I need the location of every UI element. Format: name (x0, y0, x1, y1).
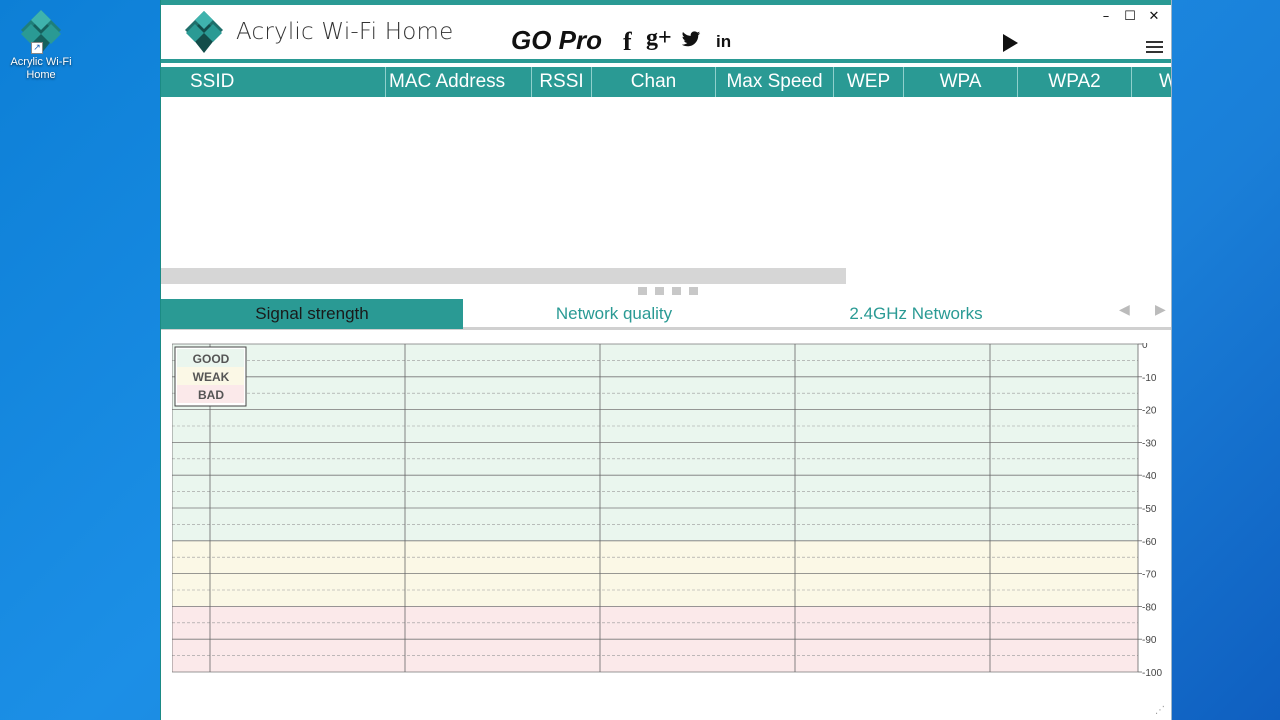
close-button[interactable]: ✕ (1144, 9, 1164, 24)
twitter-icon[interactable] (681, 31, 701, 53)
legend-weak-label: WEAK (193, 370, 230, 384)
y-tick-label: -80 (1142, 602, 1157, 613)
y-tick-label: -10 (1142, 373, 1157, 384)
acrylic-logo-icon: ↗ (19, 8, 63, 56)
title-bar: Acrylic Wi-Fi Home GO Pro f g+ in – ☐ ✕ (161, 5, 1171, 59)
resize-grip-icon[interactable]: ⋰ (1155, 705, 1165, 716)
column-header-ssid[interactable]: SSID (161, 67, 386, 97)
go-pro-link[interactable]: GO Pro (511, 25, 602, 56)
column-header-chan[interactable]: Chan (592, 67, 716, 97)
tab-network-quality[interactable]: Network quality (463, 299, 765, 329)
column-header-max-speed[interactable]: Max Speed (716, 67, 834, 97)
app-logo-icon (183, 9, 225, 55)
y-tick-label: -50 (1142, 504, 1157, 515)
hamburger-menu-icon[interactable] (1146, 41, 1163, 56)
tab-2-4ghz-networks[interactable]: 2.4GHz Networks (765, 299, 1067, 329)
column-header-rssi[interactable]: RSSI (532, 67, 592, 97)
app-window: Acrylic Wi-Fi Home GO Pro f g+ in – ☐ ✕ … (160, 0, 1172, 720)
legend-good-label: GOOD (193, 352, 230, 366)
horizontal-scrollbar[interactable] (161, 268, 846, 284)
desktop-shortcut-acrylic[interactable]: ↗ Acrylic Wi-Fi Home (4, 8, 78, 82)
play-scan-icon[interactable] (1003, 34, 1018, 52)
network-table-header: SSID MAC Address RSSI Chan Max Speed WEP… (161, 67, 1171, 97)
tab-scroll-right-icon[interactable]: ▶ (1155, 302, 1166, 318)
y-tick-label: -60 (1142, 537, 1157, 548)
tab-signal-strength[interactable]: Signal strength (161, 299, 463, 329)
column-header-wep[interactable]: WEP (834, 67, 904, 97)
tab-scroll-left-icon[interactable]: ◀ (1119, 302, 1130, 318)
maximize-button[interactable]: ☐ (1120, 9, 1140, 24)
facebook-icon[interactable]: f (623, 27, 632, 57)
panel-splitter-handle[interactable] (638, 287, 698, 295)
signal-strength-chart: 0 -10 -20 -30 -40 -50 -60 -70 -80 -90 -100 GOOD WEAK… (171, 340, 1162, 679)
column-header-wpa2[interactable]: WPA2 (1018, 67, 1132, 97)
legend-bad-label: BAD (198, 388, 224, 402)
y-tick-label: -40 (1142, 471, 1157, 482)
column-header-mac[interactable]: MAC Address (386, 67, 532, 97)
y-tick-label: 0 (1142, 343, 1148, 351)
y-tick-label: -90 (1142, 635, 1157, 646)
linkedin-icon[interactable]: in (716, 32, 731, 52)
chart-tabs: Signal strength Network quality 2.4GHz N… (161, 299, 1171, 330)
y-tick-label: -70 (1142, 570, 1157, 581)
column-header-wpa[interactable]: WPA (904, 67, 1018, 97)
google-plus-icon[interactable]: g+ (646, 25, 672, 52)
minimize-button[interactable]: – (1096, 9, 1116, 24)
y-tick-label: -100 (1142, 668, 1162, 679)
y-tick-label: -20 (1142, 406, 1157, 417)
shortcut-arrow-icon: ↗ (31, 42, 43, 54)
desktop-icon-label: Acrylic Wi-Fi Home (10, 56, 72, 81)
header-divider (161, 59, 1171, 63)
column-header-truncated[interactable]: W (1132, 67, 1171, 97)
app-title: Acrylic Wi-Fi Home (236, 19, 454, 45)
y-tick-label: -30 (1142, 438, 1157, 449)
